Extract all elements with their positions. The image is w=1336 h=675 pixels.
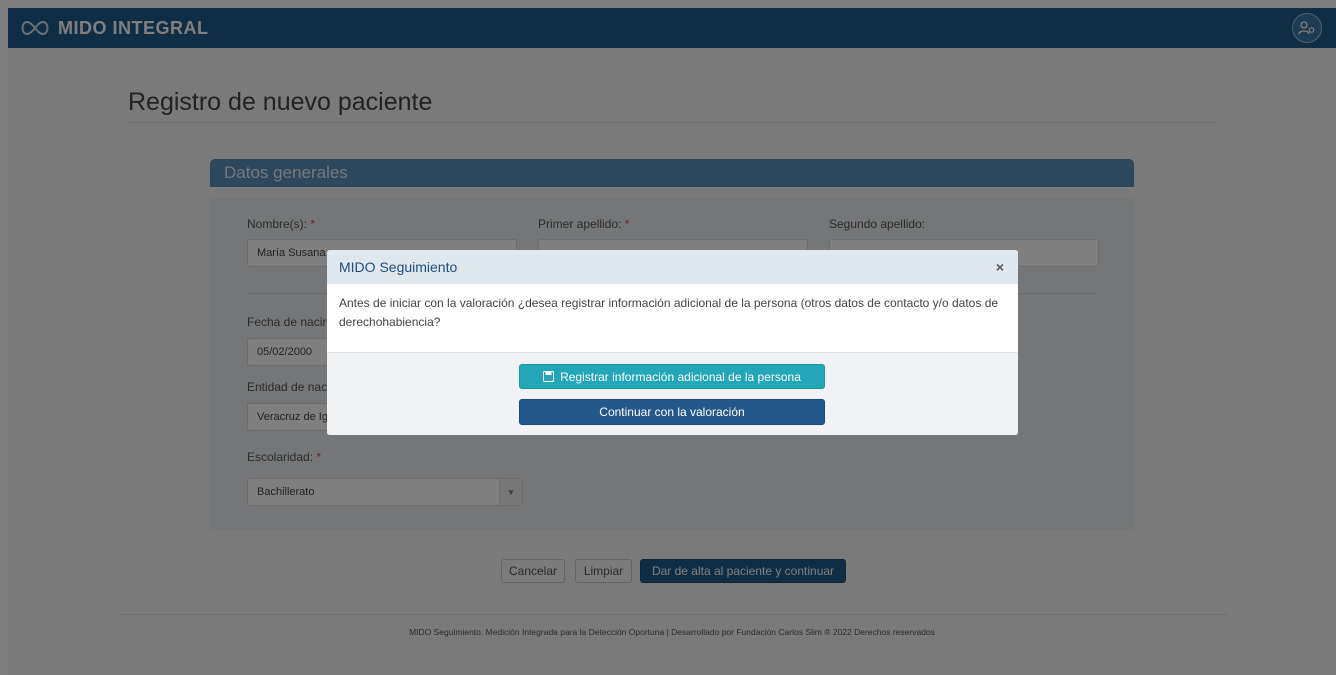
additional-info-modal: MIDO Seguimiento × Antes de iniciar con … (327, 250, 1018, 435)
modal-title: MIDO Seguimiento (339, 259, 458, 275)
modal-header: MIDO Seguimiento × (327, 250, 1018, 284)
modal-message: Antes de iniciar con la valoración ¿dese… (339, 296, 999, 329)
close-icon[interactable]: × (996, 259, 1004, 275)
modal-footer: Registrar información adicional de la pe… (327, 352, 1018, 435)
register-additional-info-button[interactable]: Registrar información adicional de la pe… (519, 364, 825, 389)
register-additional-info-label: Registrar información adicional de la pe… (560, 369, 801, 384)
floppy-disk-icon (543, 371, 555, 382)
continue-assessment-button[interactable]: Continuar con la valoración (519, 399, 825, 425)
